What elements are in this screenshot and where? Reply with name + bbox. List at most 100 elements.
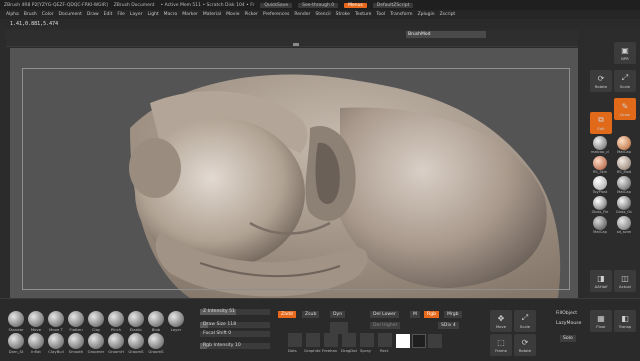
menu-zplugin[interactable]: Zplugin [418,12,435,17]
material-swatch[interactable]: MatCap [588,216,612,234]
material-swatch[interactable]: matcap_cl [588,136,612,154]
menu-light[interactable]: Light [147,12,158,17]
scale-label: Scale [619,84,631,89]
rgb-button[interactable]: Rgb [424,311,440,318]
menu-marker[interactable]: Marker [182,12,198,17]
shelf-scroll-handle[interactable] [293,43,299,46]
z-intensity-readout: Z Intensity 51 [203,309,235,314]
aahalf-button[interactable]: ◨ AAHalf [590,270,612,292]
brush-pinch[interactable]: Pinch [106,311,126,332]
elastic-brush-icon [128,311,144,327]
polyframe-button[interactable]: ▦ Floor [590,310,612,332]
edit-button[interactable]: ⧉ Edit [590,112,612,134]
sdiv-slider[interactable]: SDiv 4 [438,322,459,329]
material-swatch[interactable]: RS_Skin [588,156,612,174]
solo-button[interactable]: Solo [560,335,576,342]
rect-stroke-button[interactable] [378,333,392,347]
material-swatch[interactable]: RS_Mod [612,156,636,174]
polyframe-icon: ▦ [597,313,605,323]
menu-preferences[interactable]: Preferences [263,12,289,17]
rotate-button[interactable]: ⟳ Rotate [590,70,612,92]
brush-label: Clay [91,327,101,332]
menu-material[interactable]: Material [203,12,221,17]
brush-flatten[interactable]: Flatten [66,311,86,332]
actual-label: Actual [619,283,631,289]
material-swatch[interactable]: Gloss_Oc [612,196,636,214]
m-button[interactable]: M [410,311,420,318]
material-swatch[interactable]: MatCap [612,176,636,194]
bpr-button[interactable]: ▣ BPR [614,42,636,64]
material-swatch[interactable]: MatCap [612,136,636,154]
del-higher-button[interactable]: Del Higher [370,322,401,329]
graphite-stroke-button[interactable] [306,333,320,347]
menu-file[interactable]: File [117,12,125,17]
dots-stroke-button[interactable] [288,333,302,347]
menu-document[interactable]: Document [59,12,82,17]
menu-zscript[interactable]: Zscript [440,12,456,17]
draw-button[interactable]: ✎ Draw [614,98,636,120]
rotate-nav-button[interactable]: ⟳ Rotate [514,334,536,356]
menu-stroke[interactable]: Stroke [336,12,350,17]
menu-transform[interactable]: Transform [390,12,412,17]
brush-groomh[interactable]: GroomH [106,333,126,354]
brush-clay[interactable]: Clay [86,311,106,332]
seethrough-slider[interactable]: See-through 0 [298,2,339,8]
material-swatch[interactable]: ToyPlast [588,176,612,194]
brushmod-field[interactable]: BrushMod [406,31,486,38]
material-label: MatCap [593,230,607,234]
menu-tool[interactable]: Tool [376,12,385,17]
freehand-stroke-button[interactable] [324,333,338,347]
quicksave-button[interactable]: QuickSave [260,2,293,8]
fillobject-button[interactable]: FillObject [556,311,577,316]
menus-button[interactable]: Menus [344,2,367,8]
transp-button[interactable]: ◧ Transp [614,310,636,332]
menu-draw[interactable]: Draw [87,12,99,17]
brush-blob[interactable]: Blob [146,311,166,332]
script-button[interactable]: DefaultZScript [372,2,414,8]
brush-groomer[interactable]: Groomer [86,333,106,354]
spray-stroke-button[interactable] [360,333,374,347]
switch-color-button[interactable] [428,334,442,348]
menu-edit[interactable]: Edit [104,12,113,17]
brush-dam-standard[interactable]: Dam_St [6,333,26,354]
menu-texture[interactable]: Texture [355,12,371,17]
menu-movie[interactable]: Movie [226,12,239,17]
dragdot-stroke-button[interactable] [342,333,356,347]
material-label: RS_Skin [592,170,608,174]
sculpt-mesh[interactable] [10,48,578,298]
actual-button[interactable]: ◫ Actual [614,270,636,292]
menu-stencil[interactable]: Stencil [315,12,330,17]
material-swatch[interactable]: Gloss_Fle [588,196,612,214]
menu-render[interactable]: Render [294,12,310,17]
brush-inflate[interactable]: Inflat [26,333,46,354]
main-color-swatch[interactable] [396,334,410,348]
menu-color[interactable]: Color [42,12,54,17]
move-nav-button[interactable]: ✥ Move [490,310,512,332]
brush-smooth[interactable]: Smooth [66,333,86,354]
brush-move-topological[interactable]: Move T [46,311,66,332]
mrgb-button[interactable]: Mrgb [444,311,462,318]
brush-claybuildup[interactable]: ClayBuil [46,333,66,354]
brush-layer[interactable]: Layer [166,311,186,332]
brush-move[interactable]: Move [26,311,46,332]
material-swatch[interactable]: sd_azim [612,216,636,234]
menu-brush[interactable]: Brush [24,12,37,17]
brush-standard[interactable]: Standar [6,311,26,332]
menu-picker[interactable]: Picker [244,12,257,17]
secondary-color-swatch[interactable] [412,334,426,348]
brush-grooms-1[interactable]: GroomS [126,333,146,354]
menu-layer[interactable]: Layer [130,12,143,17]
dyn-button[interactable]: Dyn [330,311,346,318]
menu-macro[interactable]: Macro [164,12,178,17]
frame-nav-button[interactable]: ⬚ Frame [490,334,512,356]
del-lower-button[interactable]: Del Lower [370,311,399,318]
zadd-button[interactable]: Zadd [278,311,296,318]
brush-elastic[interactable]: Elastic [126,311,146,332]
menu-alpha[interactable]: Alpha [6,12,19,17]
zsub-button[interactable]: Zsub [302,311,320,318]
canvas-viewport[interactable] [10,48,578,298]
lazymouse-button[interactable]: LazyMouse [556,321,581,326]
scale-button[interactable]: ⤢ Scale [614,70,636,92]
scale-nav-button[interactable]: ⤢ Scale [514,310,536,332]
brush-grooms-2[interactable]: GroomS [146,333,166,354]
